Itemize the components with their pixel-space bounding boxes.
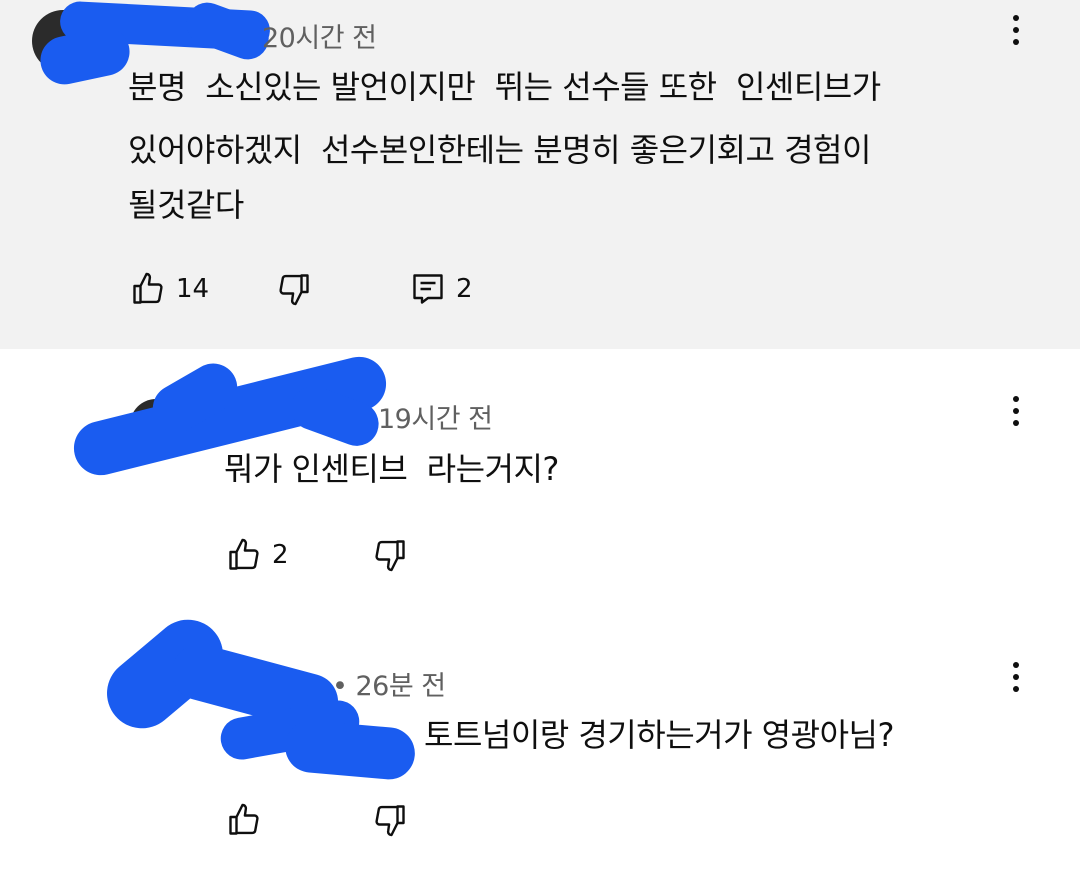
comment-text-line: 뭐가 인센티브 라는거지?: [224, 450, 559, 488]
comment-timestamp: • 26분 전: [332, 671, 446, 702]
more-vert-icon: [1013, 662, 1019, 668]
like-count: 14: [176, 274, 210, 304]
comment-text-line: 될것같다: [128, 186, 244, 224]
comment-menu-button[interactable]: [996, 10, 1036, 50]
thumb-up-icon: [229, 803, 259, 835]
thumb-down-icon: [279, 274, 309, 306]
dislike-button[interactable]: [372, 802, 408, 838]
comment-timestamp: 19시간 전: [378, 404, 493, 435]
redaction-mark: [282, 718, 418, 782]
more-vert-icon: [1013, 396, 1019, 402]
comment-highlighted: 20시간 전 분명 소신있는 발언이지만 뛰는 선수들 또한 인센티브가 있어야…: [0, 0, 1080, 349]
like-count: 2: [272, 540, 289, 570]
reply-comment: • 26분 전 토트넘이랑 경기하는거가 영광아님?: [0, 599, 1080, 874]
reply-comment: 19시간 전 뭐가 인센티브 라는거지? 2: [0, 349, 1080, 599]
thumb-up-icon: [229, 538, 259, 570]
reply-comment-icon: [413, 274, 443, 304]
reply-count: 2: [456, 274, 473, 304]
more-vert-icon: [1013, 15, 1019, 21]
comment-menu-button[interactable]: [996, 657, 1036, 697]
dislike-button[interactable]: [372, 537, 408, 573]
thumb-up-icon: [133, 272, 163, 304]
like-button[interactable]: [226, 802, 262, 838]
thumb-down-icon: [375, 540, 405, 572]
dislike-button[interactable]: [276, 271, 312, 307]
comment-text-line: 분명 소신있는 발언이지만 뛰는 선수들 또한 인센티브가: [128, 68, 881, 106]
comment-text-line: 토트넘이랑 경기하는거가 영광아님?: [424, 716, 894, 754]
comment-timestamp: 20시간 전: [262, 23, 377, 54]
like-button[interactable]: 2: [226, 537, 289, 573]
thumb-down-icon: [375, 805, 405, 837]
like-button[interactable]: 14: [130, 271, 209, 307]
comment-menu-button[interactable]: [996, 391, 1036, 431]
reply-button[interactable]: 2: [410, 271, 473, 307]
